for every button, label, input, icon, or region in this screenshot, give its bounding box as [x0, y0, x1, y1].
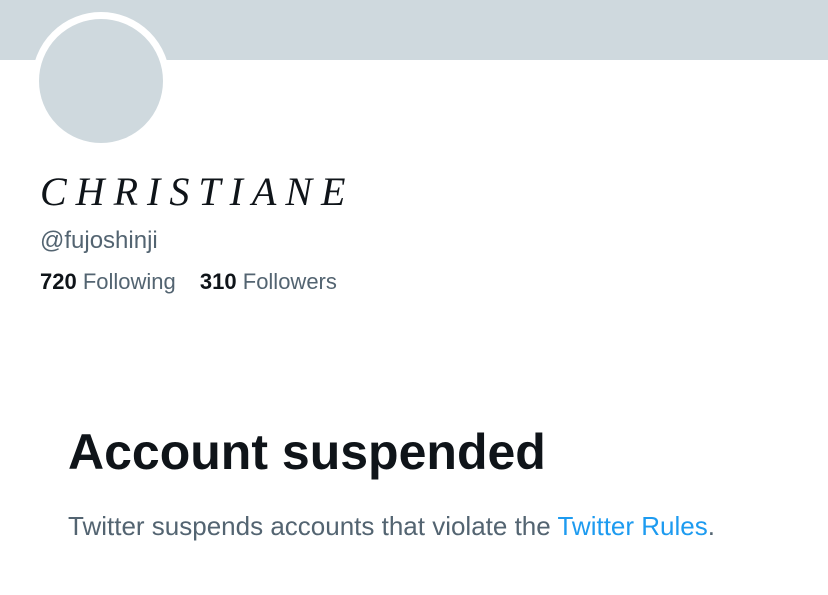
suspension-message-period: . — [707, 511, 715, 541]
followers-label: Followers — [242, 269, 337, 294]
suspension-message-text: Twitter suspends accounts that violate t… — [68, 511, 551, 541]
following-link[interactable]: 720 Following — [40, 267, 176, 297]
profile-handle: @fujoshinji — [40, 227, 158, 254]
twitter-rules-link[interactable]: Twitter Rules — [557, 511, 707, 541]
profile-avatar[interactable] — [32, 12, 170, 150]
suspension-message: Twitter suspends accounts that violate t… — [68, 508, 768, 544]
profile-display-name: CHRISTIANE — [40, 169, 355, 214]
followers-count: 310 — [199, 269, 237, 294]
profile-stats: 720 Following 310 Followers — [40, 267, 337, 297]
following-count: 720 — [40, 269, 77, 294]
followers-link[interactable]: 310 Followers — [200, 267, 337, 297]
suspension-title: Account suspended — [68, 424, 546, 480]
following-label: Following — [82, 269, 176, 294]
